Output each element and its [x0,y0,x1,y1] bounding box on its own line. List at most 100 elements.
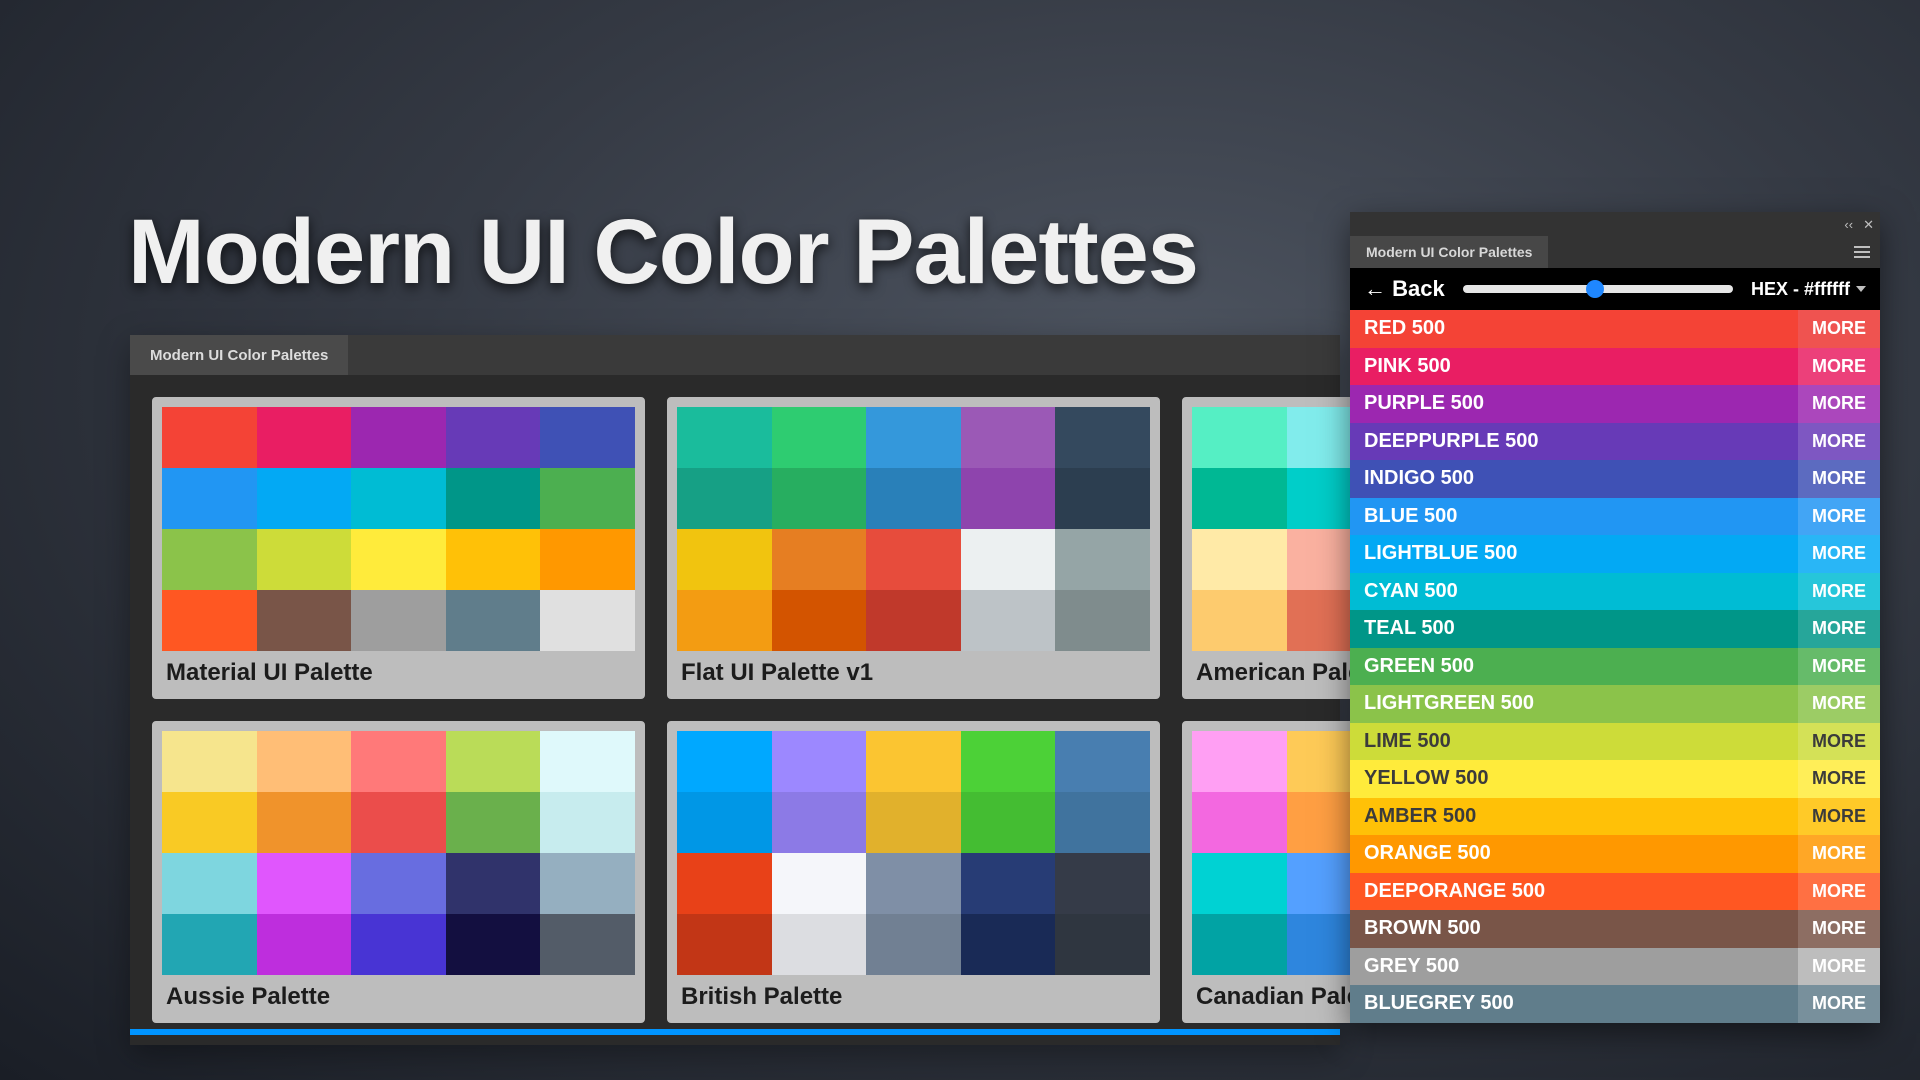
more-button[interactable]: MORE [1798,948,1880,986]
color-swatch[interactable] [772,529,867,590]
color-swatch[interactable] [677,590,772,651]
color-swatch[interactable] [540,590,635,651]
color-swatch[interactable] [866,853,961,914]
color-swatch[interactable] [1055,792,1150,853]
color-swatch[interactable] [446,792,541,853]
color-swatch[interactable] [1055,407,1150,468]
color-row[interactable]: DEEPPURPLE 500MORE [1350,423,1880,461]
color-row[interactable]: LIME 500MORE [1350,723,1880,761]
menu-icon[interactable] [1854,246,1870,258]
color-swatch[interactable] [540,914,635,975]
color-row-label[interactable]: INDIGO 500 [1350,460,1798,498]
color-swatch[interactable] [961,914,1056,975]
scrollbar-horizontal[interactable] [130,1029,1340,1035]
color-row-label[interactable]: BROWN 500 [1350,910,1798,948]
more-button[interactable]: MORE [1798,910,1880,948]
more-button[interactable]: MORE [1798,423,1880,461]
color-row[interactable]: ORANGE 500MORE [1350,835,1880,873]
palette-card[interactable]: Material UI Palette [152,397,645,699]
shade-slider[interactable] [1463,285,1733,293]
color-swatch[interactable] [1192,407,1287,468]
color-row-label[interactable]: CYAN 500 [1350,573,1798,611]
color-row[interactable]: YELLOW 500MORE [1350,760,1880,798]
color-swatch[interactable] [351,529,446,590]
color-row[interactable]: RED 500MORE [1350,310,1880,348]
color-swatch[interactable] [772,590,867,651]
color-swatch[interactable] [1192,468,1287,529]
color-swatch[interactable] [772,468,867,529]
color-row-label[interactable]: PINK 500 [1350,348,1798,386]
more-button[interactable]: MORE [1798,835,1880,873]
color-swatch[interactable] [162,529,257,590]
more-button[interactable]: MORE [1798,873,1880,911]
color-swatch[interactable] [257,407,352,468]
color-row-label[interactable]: TEAL 500 [1350,610,1798,648]
color-row[interactable]: BROWN 500MORE [1350,910,1880,948]
color-row-label[interactable]: GREY 500 [1350,948,1798,986]
color-swatch[interactable] [961,853,1056,914]
color-swatch[interactable] [446,590,541,651]
color-swatch[interactable] [677,853,772,914]
color-swatch[interactable] [446,731,541,792]
color-swatch[interactable] [162,853,257,914]
color-row-label[interactable]: AMBER 500 [1350,798,1798,836]
color-swatch[interactable] [540,731,635,792]
color-swatch[interactable] [351,468,446,529]
color-swatch[interactable] [1055,914,1150,975]
color-swatch[interactable] [866,590,961,651]
palette-card[interactable]: British Palette [667,721,1160,1023]
color-swatch[interactable] [351,590,446,651]
color-row-label[interactable]: LIGHTGREEN 500 [1350,685,1798,723]
color-swatch[interactable] [866,529,961,590]
more-button[interactable]: MORE [1798,498,1880,536]
color-swatch[interactable] [351,914,446,975]
color-row-label[interactable]: RED 500 [1350,310,1798,348]
palette-card[interactable]: Aussie Palette [152,721,645,1023]
color-swatch[interactable] [257,590,352,651]
slider-thumb[interactable] [1586,280,1604,298]
color-swatch[interactable] [351,731,446,792]
color-row[interactable]: DEEPORANGE 500MORE [1350,873,1880,911]
more-button[interactable]: MORE [1798,310,1880,348]
more-button[interactable]: MORE [1798,985,1880,1023]
color-swatch[interactable] [677,468,772,529]
color-row-label[interactable]: LIME 500 [1350,723,1798,761]
color-swatch[interactable] [351,853,446,914]
color-swatch[interactable] [1055,731,1150,792]
color-swatch[interactable] [772,731,867,792]
color-row-label[interactable]: BLUE 500 [1350,498,1798,536]
more-button[interactable]: MORE [1798,648,1880,686]
color-row[interactable]: GREEN 500MORE [1350,648,1880,686]
color-row[interactable]: TEAL 500MORE [1350,610,1880,648]
more-button[interactable]: MORE [1798,573,1880,611]
color-swatch[interactable] [866,914,961,975]
color-row[interactable]: BLUE 500MORE [1350,498,1880,536]
color-swatch[interactable] [961,407,1056,468]
color-swatch[interactable] [677,529,772,590]
color-swatch[interactable] [961,731,1056,792]
color-row-label[interactable]: LIGHTBLUE 500 [1350,535,1798,573]
color-swatch[interactable] [866,792,961,853]
color-swatch[interactable] [446,853,541,914]
collapse-icon[interactable]: ‹‹ [1844,218,1853,231]
color-swatch[interactable] [162,792,257,853]
color-swatch[interactable] [677,407,772,468]
color-swatch[interactable] [677,914,772,975]
color-swatch[interactable] [772,914,867,975]
color-swatch[interactable] [162,731,257,792]
more-button[interactable]: MORE [1798,685,1880,723]
color-swatch[interactable] [540,853,635,914]
color-swatch[interactable] [1192,792,1287,853]
color-swatch[interactable] [772,407,867,468]
color-swatch[interactable] [446,529,541,590]
color-row[interactable]: AMBER 500MORE [1350,798,1880,836]
color-swatch[interactable] [257,529,352,590]
more-button[interactable]: MORE [1798,535,1880,573]
more-button[interactable]: MORE [1798,798,1880,836]
color-swatch[interactable] [1055,590,1150,651]
hex-display[interactable]: HEX - #ffffff [1751,279,1866,300]
color-row[interactable]: INDIGO 500MORE [1350,460,1880,498]
color-swatch[interactable] [540,407,635,468]
more-button[interactable]: MORE [1798,385,1880,423]
color-swatch[interactable] [677,792,772,853]
